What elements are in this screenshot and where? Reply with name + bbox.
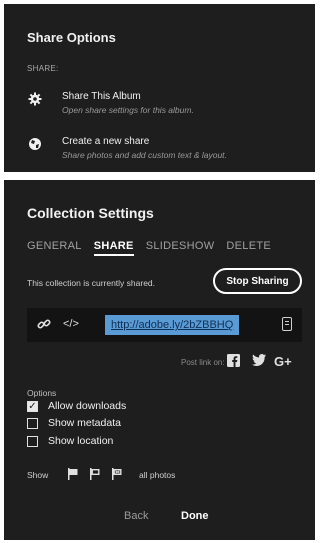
- create-new-share-description: Share photos and add custom text & layou…: [62, 150, 227, 160]
- globe-icon: [28, 137, 42, 151]
- share-this-album-label: Share This Album: [62, 91, 141, 102]
- done-button[interactable]: Done: [181, 510, 209, 522]
- tab-delete[interactable]: DELETE: [226, 240, 271, 256]
- rejected-icon[interactable]: [112, 467, 122, 485]
- show-metadata-label: Show metadata: [48, 417, 121, 429]
- options-heading: Options: [27, 388, 57, 398]
- checkbox-unchecked-icon: [27, 435, 38, 447]
- tab-slideshow[interactable]: SLIDESHOW: [146, 240, 215, 256]
- gear-icon: [28, 92, 42, 106]
- post-link-label: Post link on:: [181, 358, 225, 367]
- settings-tabs: GENERAL SHARE SLIDESHOW DELETE: [27, 240, 271, 256]
- show-location-label: Show location: [48, 435, 114, 447]
- show-metadata-checkbox[interactable]: Show metadata: [27, 417, 121, 429]
- share-link[interactable]: http://adobe.ly/2bZBBHQ: [105, 315, 240, 335]
- create-new-share-label: Create a new share: [62, 136, 150, 147]
- share-section-label: SHARE:: [27, 64, 59, 73]
- share-options-title: Share Options: [27, 30, 116, 45]
- flagged-icon[interactable]: [68, 467, 78, 485]
- google-plus-icon[interactable]: G+: [274, 354, 292, 369]
- share-link-row: </> http://adobe.ly/2bZBBHQ: [27, 308, 302, 342]
- unflagged-icon[interactable]: [90, 467, 100, 485]
- all-photos-label[interactable]: all photos: [139, 470, 175, 480]
- collection-settings-title: Collection Settings: [27, 205, 154, 221]
- allow-downloads-checkbox[interactable]: ✓ Allow downloads: [27, 400, 126, 412]
- show-filter-label: Show: [27, 470, 49, 480]
- tab-share[interactable]: SHARE: [93, 240, 134, 256]
- share-options-panel: Share Options SHARE: Share This Album Op…: [4, 4, 315, 172]
- checkbox-unchecked-icon: [27, 417, 38, 429]
- show-location-checkbox[interactable]: Show location: [27, 435, 113, 447]
- shared-status-text: This collection is currently shared.: [27, 278, 156, 288]
- link-icon[interactable]: [37, 317, 51, 334]
- checkbox-checked-icon: ✓: [27, 400, 38, 412]
- copy-icon[interactable]: [282, 317, 292, 331]
- allow-downloads-label: Allow downloads: [48, 400, 127, 412]
- collection-settings-panel: Collection Settings GENERAL SHARE SLIDES…: [4, 180, 315, 540]
- facebook-icon[interactable]: [227, 354, 240, 370]
- back-button[interactable]: Back: [124, 510, 148, 522]
- embed-code-icon[interactable]: </>: [63, 318, 79, 330]
- stop-sharing-button[interactable]: Stop Sharing: [213, 268, 302, 294]
- share-this-album-description: Open share settings for this album.: [62, 105, 194, 115]
- tab-general[interactable]: GENERAL: [27, 240, 82, 256]
- twitter-icon[interactable]: [252, 354, 266, 369]
